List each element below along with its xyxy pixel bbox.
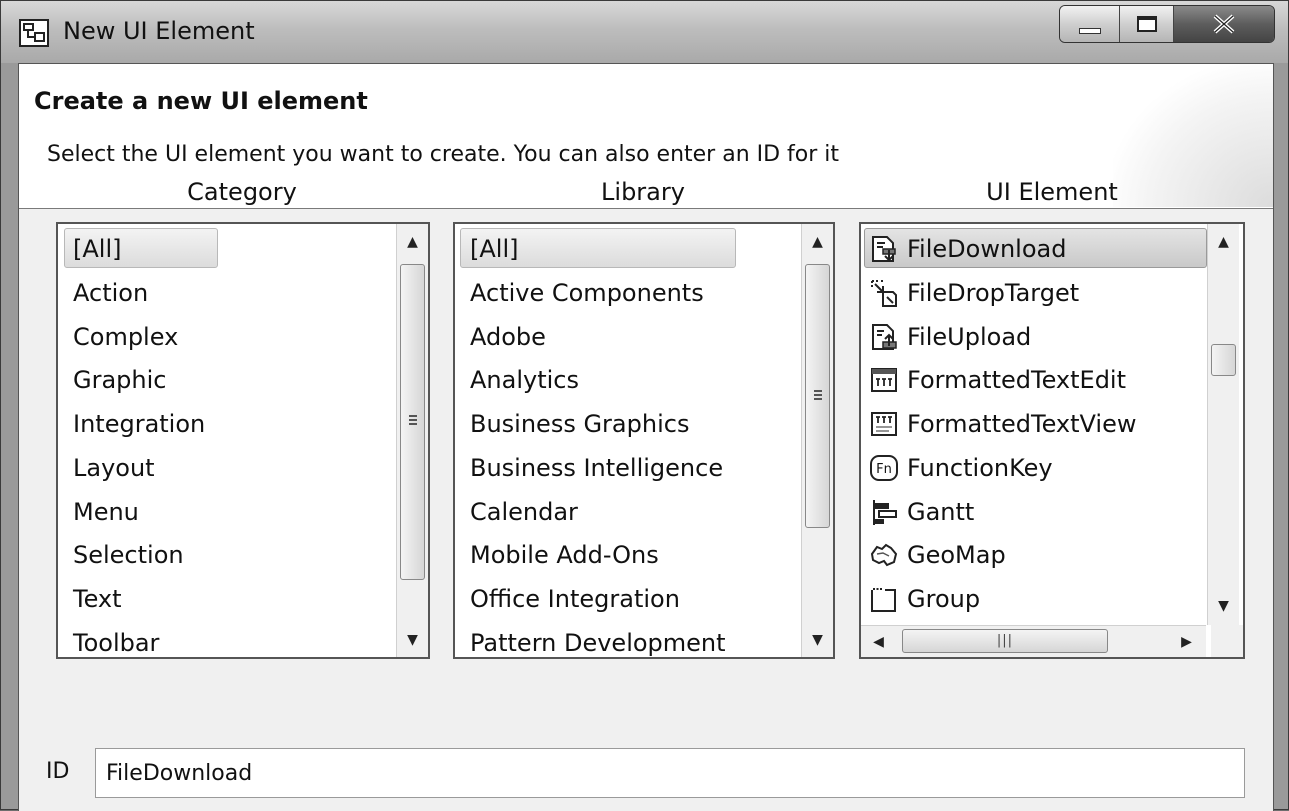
library-item-business-graphics[interactable]: Business Graphics <box>470 403 689 445</box>
new-ui-element-dialog: New UI Element Create a new UI element S… <box>0 0 1289 811</box>
scroll-down-arrow-icon[interactable]: ▼ <box>1208 590 1239 622</box>
ui-element-item-formattedtextview[interactable]: FormattedTextView <box>861 403 1207 445</box>
scroll-right-arrow-icon[interactable]: ▶ <box>1171 626 1202 657</box>
maximize-icon <box>1136 16 1157 32</box>
library-scrollbar[interactable]: ▲ ▼ <box>801 224 833 657</box>
category-item-integration[interactable]: Integration <box>73 403 205 445</box>
scroll-thumb[interactable] <box>1211 344 1236 376</box>
file-download-icon <box>872 236 896 262</box>
ui-element-list[interactable]: FileDownload FileDropTarget FileUpload F… <box>859 222 1245 659</box>
id-input[interactable] <box>95 748 1245 798</box>
minimize-icon <box>1078 28 1101 34</box>
header-description: Select the UI element you want to create… <box>47 142 840 167</box>
scroll-left-arrow-icon[interactable]: ◀ <box>863 626 894 657</box>
library-item-business-intelligence[interactable]: Business Intelligence <box>470 447 723 489</box>
ui-element-item-formattedtextedit[interactable]: FormattedTextEdit <box>861 359 1207 401</box>
title-bar[interactable]: New UI Element <box>1 1 1288 63</box>
formatted-text-edit-icon <box>871 368 897 392</box>
category-item-layout[interactable]: Layout <box>73 447 155 489</box>
ui-element-label-text: FormattedTextEdit <box>907 366 1126 394</box>
ui-element-label-text: FileUpload <box>907 323 1032 351</box>
ui-element-item-gantt[interactable]: Gantt <box>861 491 1207 533</box>
category-scrollbar[interactable]: ▲ ▼ <box>396 224 428 657</box>
library-item-calendar[interactable]: Calendar <box>470 491 578 533</box>
category-item-all[interactable]: [All] <box>73 228 121 270</box>
category-item-toolbar[interactable]: Toolbar <box>73 622 159 657</box>
library-item-adobe[interactable]: Adobe <box>470 316 546 358</box>
ui-element-label-text: FunctionKey <box>907 454 1053 482</box>
gantt-icon <box>873 500 897 525</box>
formatted-text-view-icon <box>871 412 897 436</box>
ui-element-item-group[interactable]: Group <box>861 578 1207 620</box>
maximize-button[interactable] <box>1120 6 1174 42</box>
scroll-grip-icon <box>814 390 822 400</box>
ui-element-item-geomap[interactable]: GeoMap <box>861 534 1207 576</box>
ui-element-item-functionkey[interactable]: Fn FunctionKey <box>861 447 1207 489</box>
category-list[interactable]: [All] Action Complex Graphic Integration… <box>56 222 430 659</box>
header-title: Create a new UI element <box>34 87 368 115</box>
id-label: ID <box>46 759 70 784</box>
library-item-all[interactable]: [All] <box>470 228 518 270</box>
ui-element-label-text: FileDownload <box>907 235 1067 263</box>
horizontal-scroll-thumb[interactable]: ||| <box>902 629 1108 653</box>
scroll-down-arrow-icon[interactable]: ▼ <box>802 624 833 656</box>
ui-element-label-text: FileDropTarget <box>907 279 1080 307</box>
file-drop-target-icon <box>871 280 897 307</box>
ui-element-item-filedownload[interactable]: FileDownload <box>861 228 1207 270</box>
library-item-analytics[interactable]: Analytics <box>470 359 579 401</box>
category-item-action[interactable]: Action <box>73 272 148 314</box>
ui-element-label-text: Gantt <box>907 498 975 526</box>
function-key-icon: Fn <box>870 455 898 481</box>
library-list[interactable]: [All] Active Components Adobe Analytics … <box>453 222 835 659</box>
ui-element-horizontal-scrollbar[interactable]: ◀ ||| ▶ <box>861 625 1206 657</box>
scroll-down-arrow-icon[interactable]: ▼ <box>397 624 428 656</box>
category-item-selection[interactable]: Selection <box>73 534 184 576</box>
library-label: Library <box>601 178 685 206</box>
geo-map-icon <box>870 543 898 567</box>
minimize-button[interactable] <box>1060 6 1120 42</box>
scrollbar-corner <box>1211 625 1243 657</box>
scroll-grip-icon <box>409 415 417 425</box>
library-item-pattern-development[interactable]: Pattern Development <box>470 622 726 657</box>
scroll-up-arrow-icon[interactable]: ▲ <box>397 226 428 258</box>
caption-buttons <box>1059 5 1275 43</box>
function-key-icon-text: Fn <box>876 462 892 477</box>
close-button[interactable] <box>1174 6 1274 42</box>
scroll-up-arrow-icon[interactable]: ▲ <box>1208 226 1239 258</box>
ui-element-label-text: Group <box>907 585 981 613</box>
category-item-complex[interactable]: Complex <box>73 316 178 358</box>
library-item-mobile-add-ons[interactable]: Mobile Add-Ons <box>470 534 659 576</box>
library-item-active-components[interactable]: Active Components <box>470 272 704 314</box>
close-icon <box>1213 14 1235 34</box>
ui-element-item-fileupload[interactable]: FileUpload <box>861 316 1207 358</box>
group-icon <box>871 588 896 612</box>
scroll-thumb[interactable] <box>805 264 830 528</box>
scroll-up-arrow-icon[interactable]: ▲ <box>802 226 833 258</box>
app-icon <box>19 19 49 47</box>
category-item-graphic[interactable]: Graphic <box>73 359 166 401</box>
ui-element-label-text: GeoMap <box>907 541 1006 569</box>
scroll-thumb[interactable] <box>400 264 425 580</box>
category-label: Category <box>187 178 297 206</box>
ui-element-label: UI Element <box>986 178 1118 206</box>
category-item-text[interactable]: Text <box>73 578 122 620</box>
category-item-menu[interactable]: Menu <box>73 491 139 533</box>
library-item-office-integration[interactable]: Office Integration <box>470 578 680 620</box>
ui-element-vertical-scrollbar[interactable]: ▲ ▼ <box>1207 224 1239 625</box>
file-upload-icon <box>872 324 897 350</box>
ui-element-item-filedroptarget[interactable]: FileDropTarget <box>861 272 1207 314</box>
window-title: New UI Element <box>63 17 255 45</box>
ui-element-label-text: FormattedTextView <box>907 410 1137 438</box>
